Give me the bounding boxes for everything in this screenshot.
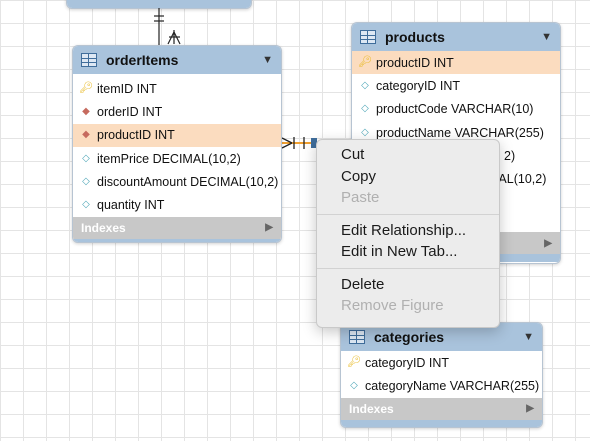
column-label: 2)	[504, 148, 516, 163]
column-row-quantity[interactable]: ◇ quantity INT	[73, 193, 281, 216]
column-diamond-icon: ◇	[82, 175, 90, 187]
table-categories[interactable]: categories ▼ 🔑︎ categoryID INT ◇ categor…	[340, 322, 543, 428]
column-row-discountamount[interactable]: ◇ discountAmount DECIMAL(10,2)	[73, 170, 281, 193]
key-icon: 🔑︎	[358, 56, 372, 69]
column-label: quantity INT	[97, 198, 165, 213]
column-diamond-icon: ◇	[82, 199, 90, 211]
relationship-products-orderitems	[281, 137, 317, 149]
column-diamond-icon: ◇	[361, 79, 369, 91]
column-diamond-icon: ◇	[82, 152, 90, 164]
foreign-key-diamond-icon: ◆	[82, 105, 90, 117]
column-row-productcode[interactable]: ◇ productCode VARCHAR(10)	[352, 98, 560, 121]
menu-separator	[317, 213, 499, 215]
column-label: itemID INT	[97, 81, 157, 96]
table-icon	[360, 30, 376, 44]
column-row-categoryid[interactable]: 🔑︎ categoryID INT	[341, 351, 542, 374]
column-diamond-icon: ◇	[350, 379, 358, 391]
column-label: productName VARCHAR(255)	[376, 125, 544, 140]
collapse-triangle-icon[interactable]: ▼	[262, 54, 273, 66]
indexes-label: Indexes	[81, 220, 126, 235]
indexes-footer[interactable]: Indexes ▶	[73, 216, 281, 239]
table-header[interactable]: orderItems ▼	[73, 46, 281, 74]
column-diamond-icon: ◇	[361, 103, 369, 115]
table-bottom-bar	[73, 238, 281, 242]
column-row-productid[interactable]: 🔑︎ productID INT	[352, 51, 560, 75]
column-label: productID INT	[97, 128, 175, 143]
context-menu: Cut Copy Paste Edit Relationship... Edit…	[316, 139, 500, 328]
column-row-itemprice[interactable]: ◇ itemPrice DECIMAL(10,2)	[73, 147, 281, 170]
column-label: itemPrice DECIMAL(10,2)	[97, 151, 241, 166]
table-bottom-bar	[341, 419, 542, 427]
table-icon	[81, 53, 97, 67]
column-label: categoryName VARCHAR(255)	[365, 378, 540, 393]
key-icon: 🔑︎	[347, 356, 361, 369]
menu-item-remove-figure: Remove Figure	[341, 297, 444, 314]
column-label: discountAmount DECIMAL(10,2)	[97, 174, 279, 189]
expand-triangle-icon[interactable]: ▶	[544, 238, 552, 249]
table-title: orderItems	[106, 52, 179, 68]
partial-table-top[interactable]	[66, 0, 252, 9]
column-label: categoryID INT	[376, 78, 461, 93]
column-label: categoryID INT	[365, 355, 450, 370]
menu-item-copy[interactable]: Copy	[317, 166, 499, 188]
menu-item-cut[interactable]: Cut	[317, 144, 499, 166]
menu-item-paste: Paste	[341, 189, 380, 206]
table-header[interactable]: products ▼	[352, 23, 560, 51]
column-row-categoryid[interactable]: ◇ categoryID INT	[352, 74, 560, 97]
table-title: categories	[374, 329, 445, 345]
table-icon	[349, 330, 365, 344]
indexes-label: Indexes	[349, 401, 394, 416]
expand-triangle-icon[interactable]: ▶	[526, 403, 534, 414]
expand-triangle-icon[interactable]: ▶	[265, 222, 273, 233]
column-row-orderid[interactable]: ◆ orderID INT	[73, 100, 281, 123]
column-row-productid[interactable]: ◆ productID INT	[73, 123, 281, 147]
table-title: products	[385, 29, 445, 45]
column-label: productCode VARCHAR(10)	[376, 102, 534, 117]
column-row-itemid[interactable]: 🔑︎ itemID INT	[73, 77, 281, 100]
collapse-triangle-icon[interactable]: ▼	[541, 31, 552, 43]
column-row-categoryname[interactable]: ◇ categoryName VARCHAR(255)	[341, 374, 542, 397]
key-icon: 🔑︎	[79, 82, 93, 95]
indexes-footer[interactable]: Indexes ▶	[341, 397, 542, 420]
menu-item-edit-relationship[interactable]: Edit Relationship...	[317, 220, 499, 242]
column-diamond-icon: ◇	[361, 126, 369, 138]
menu-item-delete[interactable]: Delete	[317, 274, 499, 296]
table-orderitems[interactable]: orderItems ▼ 🔑︎ itemID INT ◆ orderID INT…	[72, 45, 282, 243]
menu-separator	[317, 267, 499, 269]
collapse-triangle-icon[interactable]: ▼	[523, 331, 534, 343]
relationship-orders-orderitems	[154, 8, 181, 48]
menu-item-edit-in-new-tab[interactable]: Edit in New Tab...	[317, 241, 499, 263]
foreign-key-diamond-icon: ◆	[82, 129, 90, 141]
column-label: productID INT	[376, 55, 454, 70]
column-label: orderID INT	[97, 104, 163, 119]
